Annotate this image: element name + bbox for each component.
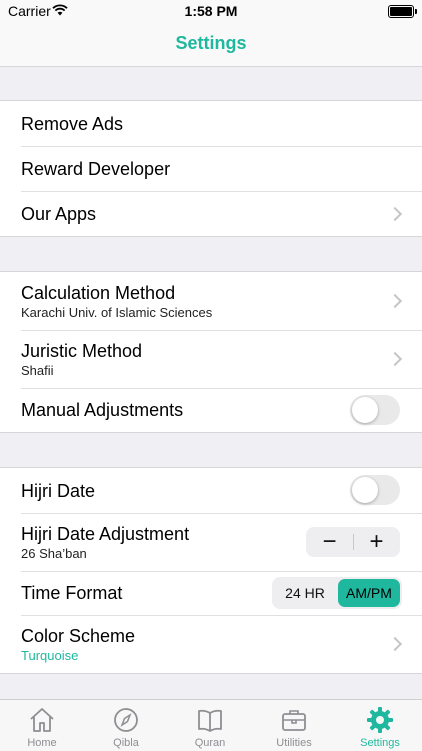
prayer-calculation-section: Calculation Method Karachi Univ. of Isla… [0,271,422,433]
hijri-date-adjustment-label: Hijri Date Adjustment [21,524,190,544]
hijri-date-toggle[interactable] [350,475,400,505]
time-format-24hr-option[interactable]: 24 HR [274,579,336,607]
tab-label: Utilities [276,737,312,749]
status-bar: Carrier 1:58 PM [0,0,422,22]
time-format-row: Time Format 24 HR AM/PM [0,571,422,615]
tab-utilities[interactable]: Utilities [252,700,336,751]
juristic-method-row[interactable]: Juristic Method Shafii [0,330,422,388]
time-format-label: Time Format [21,583,123,603]
hijri-date-adjustment-row: Hijri Date Adjustment 26 Sha’ban − + [0,513,422,571]
increment-button[interactable]: + [353,527,400,557]
battery-icon [388,5,417,18]
tab-home[interactable]: Home [0,700,84,751]
chevron-right-icon [387,636,403,652]
manual-adjustments-toggle[interactable] [350,395,400,425]
chevron-right-icon [387,206,403,222]
house-icon [27,705,57,735]
decrement-button[interactable]: − [306,527,353,557]
our-apps-label: Our Apps [21,204,97,224]
tab-label: Home [27,737,57,749]
calculation-method-row[interactable]: Calculation Method Karachi Univ. of Isla… [0,272,422,330]
hijri-date-row: Hijri Date [0,468,422,513]
juristic-method-value: Shafii [21,363,54,378]
remove-ads-label: Remove Ads [21,114,124,134]
tab-quran[interactable]: Quran [168,700,252,751]
navigation-bar: Settings [0,22,422,67]
compass-icon [111,705,141,735]
hijri-date-label: Hijri Date [21,481,96,501]
chevron-right-icon [387,293,403,309]
manual-adjustments-label: Manual Adjustments [21,400,184,420]
time-format-ampm-option[interactable]: AM/PM [338,579,400,607]
reward-developer-label: Reward Developer [21,159,171,179]
manual-adjustments-row: Manual Adjustments [0,388,422,432]
hijri-adjustment-stepper: − + [306,527,400,557]
calculation-method-label: Calculation Method [21,283,176,303]
hijri-date-adjustment-value: 26 Sha’ban [21,546,87,561]
briefcase-icon [279,705,309,735]
tab-label: Settings [360,737,400,749]
chevron-right-icon [387,351,403,367]
tab-label: Quran [194,737,226,749]
color-scheme-value: Turquoise [21,648,79,663]
page-title: Settings [175,33,247,53]
clock: 1:58 PM [184,3,238,19]
purchase-section: Remove Ads Reward Developer Our Apps [0,100,422,237]
remove-ads-row[interactable]: Remove Ads [0,101,422,146]
reward-developer-row[interactable]: Reward Developer [0,146,422,191]
time-format-segmented-control: 24 HR AM/PM [272,577,402,609]
our-apps-row[interactable]: Our Apps [0,191,422,236]
tab-bar: Home Qibla Quran Utilities Settings [0,699,422,751]
gear-icon [365,705,395,735]
tab-label: Qibla [113,737,139,749]
color-scheme-row[interactable]: Color Scheme Turquoise [0,615,422,673]
tab-qibla[interactable]: Qibla [84,700,168,751]
color-scheme-label: Color Scheme [21,626,136,646]
display-section: Hijri Date Hijri Date Adjustment 26 Sha’… [0,467,422,674]
book-icon [195,705,225,735]
tab-settings[interactable]: Settings [338,700,422,751]
juristic-method-label: Juristic Method [21,341,143,361]
calculation-method-value: Karachi Univ. of Islamic Sciences [21,305,213,320]
